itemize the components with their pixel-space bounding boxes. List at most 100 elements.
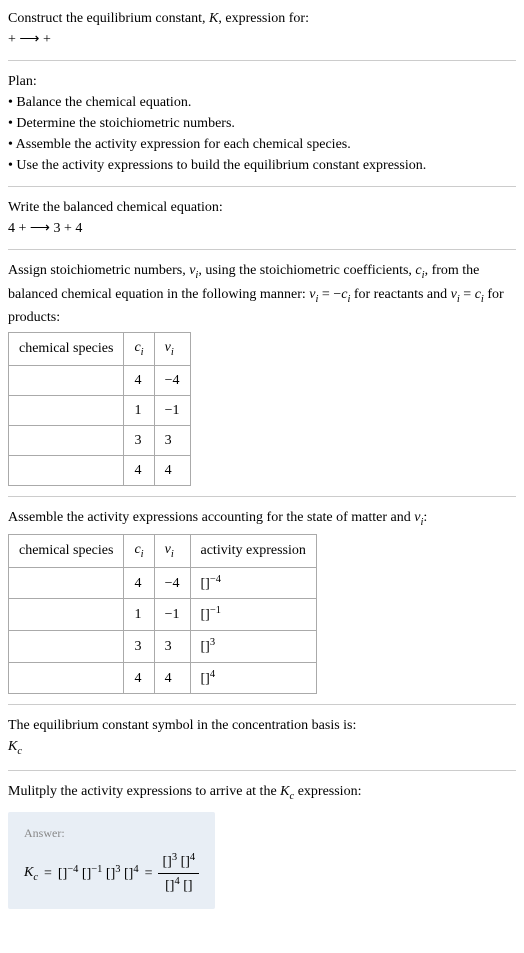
base: [] <box>181 855 190 870</box>
cell-nu: −1 <box>154 599 190 631</box>
cell-c: 3 <box>124 631 154 663</box>
title-text-2: , expression for: <box>218 11 309 26</box>
sub-i: i <box>171 549 174 560</box>
equals: = <box>44 863 52 884</box>
k: K <box>280 784 289 799</box>
divider <box>8 186 516 187</box>
exp: 4 <box>133 864 138 875</box>
cell-species <box>9 662 124 694</box>
base: [] <box>201 671 210 686</box>
cell-species <box>9 631 124 663</box>
cell-c: 1 <box>124 599 154 631</box>
exp: −1 <box>210 605 221 616</box>
cell-nu: 3 <box>154 631 190 663</box>
base: [] <box>201 576 210 591</box>
cell-expr: []−4 <box>190 567 316 599</box>
table-row: 4 4 []4 <box>9 662 317 694</box>
k: K <box>8 739 17 754</box>
text: for reactants and <box>350 287 450 302</box>
exp: 3 <box>115 864 120 875</box>
title-text-1: Construct the equilibrium constant, <box>8 11 209 26</box>
sub-i: i <box>141 347 144 358</box>
base: [] <box>162 855 171 870</box>
equals: = <box>145 863 153 884</box>
exp: −4 <box>210 574 221 585</box>
table-row: 3 3 []3 <box>9 631 317 663</box>
plan-item: • Balance the chemical equation. <box>8 92 516 113</box>
cell-c: 4 <box>124 567 154 599</box>
table-row: 1 −1 []−1 <box>9 599 317 631</box>
cell-nu: −1 <box>154 395 190 425</box>
cell-nu: 3 <box>154 425 190 455</box>
col-nu: νi <box>154 333 190 366</box>
table-header-row: chemical species ci νi <box>9 333 191 366</box>
table-row: 4 4 <box>9 455 191 485</box>
sub-i: i <box>171 347 174 358</box>
exp: −4 <box>67 864 78 875</box>
exp: 4 <box>174 876 179 887</box>
text: expression: <box>294 784 361 799</box>
cell-species <box>9 425 124 455</box>
kc-title: The equilibrium constant symbol in the c… <box>8 715 516 736</box>
multiply-title: Mulitply the activity expressions to arr… <box>8 781 516 805</box>
exp: 4 <box>190 852 195 863</box>
base: [] <box>183 879 192 894</box>
answer-equation: Kc = []−4 []−1 []3 []4 = []3 []4 []4 [] <box>24 850 199 896</box>
table-row: 3 3 <box>9 425 191 455</box>
balanced-equation: 4 + ⟶ 3 + 4 <box>8 218 516 239</box>
text: = <box>460 287 475 302</box>
plan-section: Plan: • Balance the chemical equation. •… <box>8 71 516 176</box>
exp: 3 <box>172 852 177 863</box>
header-section: Construct the equilibrium constant, K, e… <box>8 8 516 50</box>
cell-species <box>9 455 124 485</box>
cell-species <box>9 599 124 631</box>
balanced-title: Write the balanced chemical equation: <box>8 197 516 218</box>
text: : <box>423 510 427 525</box>
numerator: []3 []4 <box>158 850 199 874</box>
text: = − <box>318 287 341 302</box>
cell-nu: −4 <box>154 365 190 395</box>
table-header-row: chemical species ci νi activity expressi… <box>9 535 317 568</box>
cell-c: 4 <box>124 662 154 694</box>
divider <box>8 249 516 250</box>
sub-c: c <box>33 872 38 883</box>
balanced-section: Write the balanced chemical equation: 4 … <box>8 197 516 239</box>
col-species: chemical species <box>9 333 124 366</box>
activity-table: chemical species ci νi activity expressi… <box>8 534 317 694</box>
plan-item: • Determine the stoichiometric numbers. <box>8 113 516 134</box>
base: [] <box>58 867 67 882</box>
table-row: 1 −1 <box>9 395 191 425</box>
table-row: 4 −4 []−4 <box>9 567 317 599</box>
activity-section: Assemble the activity expressions accoun… <box>8 507 516 695</box>
denominator: []4 [] <box>158 874 199 897</box>
answer-label: Answer: <box>24 824 199 842</box>
sub-c: c <box>17 746 22 757</box>
answer-fraction: []3 []4 []4 [] <box>158 850 199 896</box>
base: [] <box>106 867 115 882</box>
plan-item: • Assemble the activity expression for e… <box>8 134 516 155</box>
divider <box>8 496 516 497</box>
col-c: ci <box>124 535 154 568</box>
answer-product: []−4 []−1 []3 []4 <box>58 862 139 885</box>
table-row: 4 −4 <box>9 365 191 395</box>
text: Mulitply the activity expressions to arr… <box>8 784 280 799</box>
base: [] <box>82 867 91 882</box>
divider <box>8 60 516 61</box>
kc-symbol: Kc <box>8 736 516 760</box>
cell-expr: []−1 <box>190 599 316 631</box>
cell-nu: −4 <box>154 567 190 599</box>
cell-c: 4 <box>124 455 154 485</box>
exp: −1 <box>91 864 102 875</box>
answer-lhs: Kc <box>24 862 38 886</box>
cell-c: 1 <box>124 395 154 425</box>
divider <box>8 704 516 705</box>
exp: 4 <box>210 669 215 680</box>
cell-expr: []3 <box>190 631 316 663</box>
base: [] <box>124 867 133 882</box>
answer-box: Answer: Kc = []−4 []−1 []3 []4 = []3 []4… <box>8 812 215 908</box>
title-k: K <box>209 11 218 26</box>
cell-c: 4 <box>124 365 154 395</box>
stoich-title: Assign stoichiometric numbers, νi, using… <box>8 260 516 328</box>
stoich-section: Assign stoichiometric numbers, νi, using… <box>8 260 516 486</box>
cell-species <box>9 567 124 599</box>
